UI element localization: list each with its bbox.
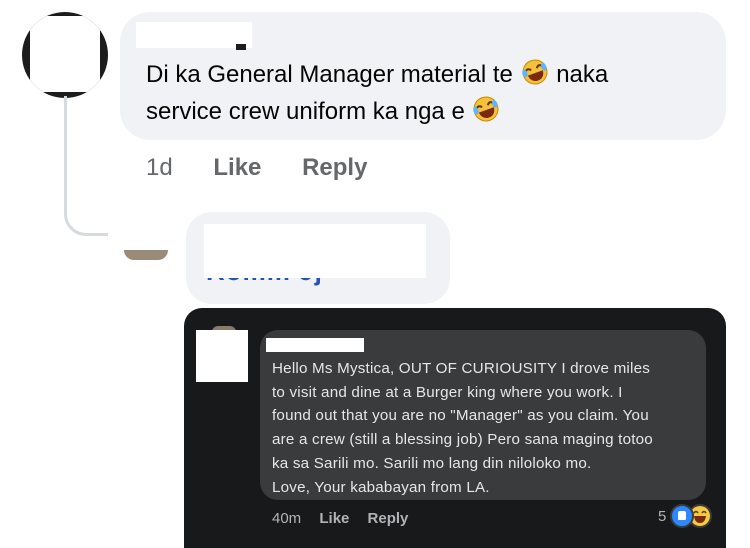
comment-text-line-1-end: naka [556,61,609,88]
embedded-comment-text: Hello Ms Mystica, OUT OF CURIOUSITY I dr… [272,357,702,499]
embedded-avatar-redaction [196,330,248,382]
embedded-like-button: Like [319,510,350,527]
embedded-comment-line: to visit and dine at a Burger king where… [272,383,623,401]
embedded-comment-line: found out that you are no "Manager" as y… [272,407,649,425]
author-name-fragment [236,44,246,50]
embedded-comment-line: ka sa Sarili mo. Sarili mo lang din nilo… [272,454,592,472]
like-button[interactable]: Like [213,154,261,181]
comment-text-line-1: Di ka General Manager material te [146,61,513,88]
avatar-replier[interactable] [124,226,168,260]
avatar-redaction [30,16,100,92]
reply-button[interactable]: Reply [302,154,367,181]
comment-text: Di ka General Manager material te naka s… [146,58,716,132]
laughing-emoji-icon [520,58,550,95]
reaction-count: 5 [658,507,667,525]
embedded-comment-line: are a crew (still a blessing job) Pero s… [272,431,653,449]
embedded-author-redaction [266,338,364,352]
laughing-emoji-icon [471,95,501,132]
comment-actions: 1d Like Reply [146,154,401,182]
embedded-reply-button: Reply [367,510,409,527]
avatar-commenter[interactable] [22,12,108,98]
avatar-photo-fragment [124,250,168,260]
embedded-comment-line: Love, Your kababayan from LA. [272,478,490,496]
reaction-summary: 5 [658,504,713,528]
reply-author-redaction [204,224,426,278]
comment-timestamp[interactable]: 1d [146,154,173,181]
thread-connector-line [64,96,108,236]
embedded-comment-line: Hello Ms Mystica, OUT OF CURIOUSITY I dr… [272,360,651,377]
author-name-redaction [136,22,252,48]
embedded-timestamp: 40m [272,510,302,527]
comment-text-line-2: service crew uniform ka nga e [146,98,465,125]
embedded-comment-actions: 40m Like Reply [272,510,422,527]
